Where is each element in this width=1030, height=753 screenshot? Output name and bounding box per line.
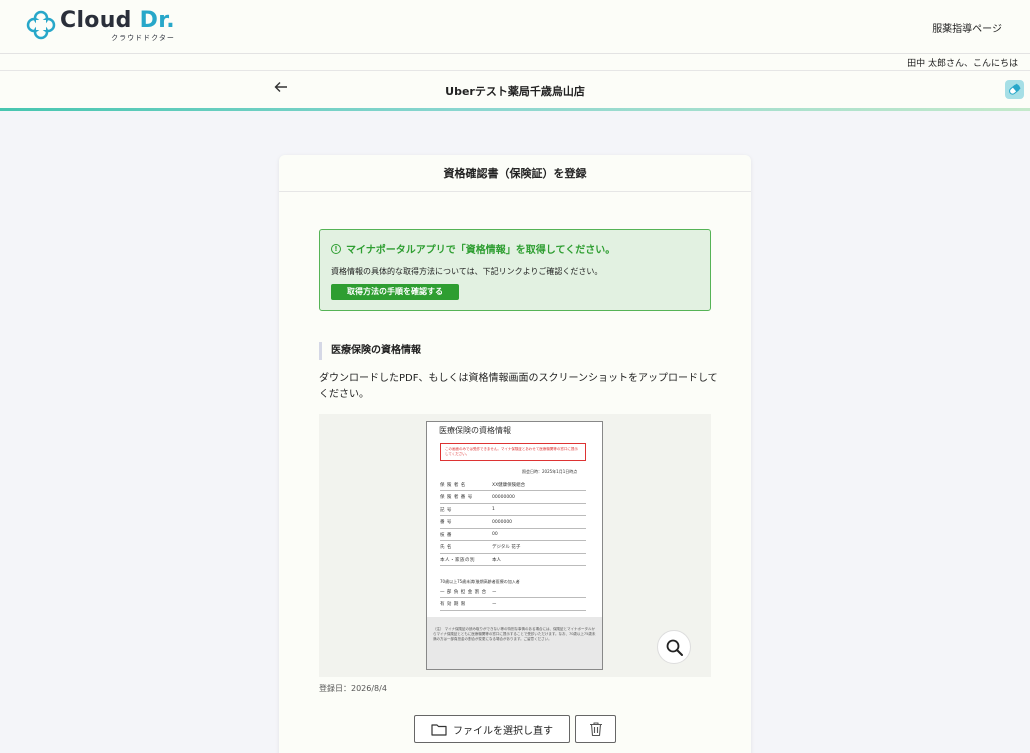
doc-row-label: 保 険 者 番 号 (440, 495, 473, 500)
store-bar: Uberテスト薬局千歳烏山店 (0, 71, 1030, 110)
logo-cross-icon (26, 10, 56, 40)
document-thumbnail: 医療保険の資格情報 この画面のみでは受診できません。マイナ保険証とあわせて医療機… (426, 421, 603, 670)
doc-row-value: 00 (492, 532, 498, 537)
doc-row-label: 本人・家族の別 (440, 557, 475, 563)
logo[interactable]: Cloud Dr. クラウドドクター (26, 8, 175, 43)
section-title: 医療保険の資格情報 (319, 342, 421, 360)
doc-date: 照会日時：2025年1月1日時点 (522, 469, 578, 474)
doc-row: 氏 名 デジタル 花子 (440, 542, 586, 554)
doc-row-label: 記 号 (440, 507, 452, 513)
doc-row-value: 1 (492, 507, 495, 512)
user-greeting: 田中 太郎さん、こんにちは (907, 59, 1018, 69)
insurance-registration-card: 資格確認書（保険証）を登録 ! マイナポータルアプリで「資格情報」を取得してくだ… (279, 155, 751, 753)
guidance-page-link[interactable]: 服薬指導ページ (932, 20, 1002, 35)
doc-row-label: 氏 名 (440, 545, 452, 550)
doc-row: 番 号 0000000 (440, 517, 586, 529)
doc-row-value: 本人 (492, 557, 501, 563)
doc-row-value: ー (492, 602, 497, 607)
doc-row: 記 号 1 (440, 504, 586, 516)
doc-warning: この画面のみでは受診できません。マイナ保険証とあわせて医療機関等の窓口に提示して… (440, 443, 586, 461)
delete-file-button[interactable] (575, 715, 616, 743)
info-icon: ! (331, 243, 341, 254)
doc-row-value: XX健康保険組合 (492, 482, 526, 488)
doc-title: 医療保険の資格情報 (439, 426, 511, 435)
card-title: 資格確認書（保険証）を登録 (279, 155, 751, 192)
store-name: Uberテスト薬局千歳烏山店 (445, 85, 585, 98)
notice-title: ! マイナポータルアプリで「資格情報」を取得してください。 (331, 241, 615, 256)
greeting-bar: 田中 太郎さん、こんにちは (0, 54, 1030, 71)
top-header: Cloud Dr. クラウドドクター 服薬指導ページ (0, 0, 1030, 54)
doc-row: 有 効 期 限ー (440, 599, 586, 611)
doc-footer: （注） マイナ保険証の読み取りができない等の特別な事情のある場合には、保険証とマ… (427, 617, 602, 669)
doc-row: 保 険 者 名 XX健康保険組合 (440, 479, 586, 491)
doc-row-label: 有 効 期 限 (440, 602, 466, 607)
logo-wordmark: Cloud Dr. (60, 8, 175, 33)
doc-row-label: 番 号 (440, 520, 452, 525)
doc-row-value: ー (492, 589, 497, 595)
doc-row: 枝 番 00 (440, 529, 586, 541)
zoom-icon[interactable] (657, 630, 691, 664)
doc-row-value: デジタル 花子 (492, 545, 521, 550)
trash-icon (589, 722, 602, 737)
pill-icon[interactable] (1005, 80, 1024, 99)
doc-row-value: 00000000 (492, 494, 515, 500)
header-gradient-divider (0, 108, 1030, 111)
doc-row: 保 険 者 番 号 00000000 (440, 492, 586, 504)
doc-row: 一 部 負 担 金 割 合ー (440, 586, 586, 598)
upload-description: ダウンロードしたPDF、もしくは資格情報画面のスクリーンショットをアップロードし… (319, 373, 718, 400)
doc-row: 本人・家族の別 本人 (440, 554, 586, 566)
notice-body: 資格情報の具体的な取得方法については、下記リンクよりご確認ください。 (331, 267, 603, 276)
view-steps-button[interactable]: 取得方法の手順を確認する (331, 284, 459, 300)
doc-row-label: 一 部 負 担 金 割 合 (440, 589, 487, 595)
logo-subtitle: クラウドドクター (111, 34, 175, 42)
doc-footnote: （注） マイナ保険証の読み取りができない等の特別な事情のある場合には、保険証とマ… (433, 627, 596, 641)
doc-note: 70歳以上75歳未満(後期高齢者医療の加入者 (440, 579, 520, 584)
doc-row-label: 保 険 者 名 (440, 482, 466, 488)
folder-icon (431, 723, 447, 736)
mynaportal-notice: ! マイナポータルアプリで「資格情報」を取得してください。 資格情報の具体的な取… (319, 229, 711, 311)
doc-row-value: 0000000 (492, 519, 513, 525)
reselect-file-button[interactable]: ファイルを選択し直す (414, 715, 570, 743)
reselect-file-label: ファイルを選択し直す (453, 725, 553, 737)
registered-date: 登録日：2026/8/4 (319, 684, 387, 693)
uploaded-file-preview: 医療保険の資格情報 この画面のみでは受診できません。マイナ保険証とあわせて医療機… (319, 414, 711, 677)
doc-row-label: 枝 番 (440, 532, 452, 538)
